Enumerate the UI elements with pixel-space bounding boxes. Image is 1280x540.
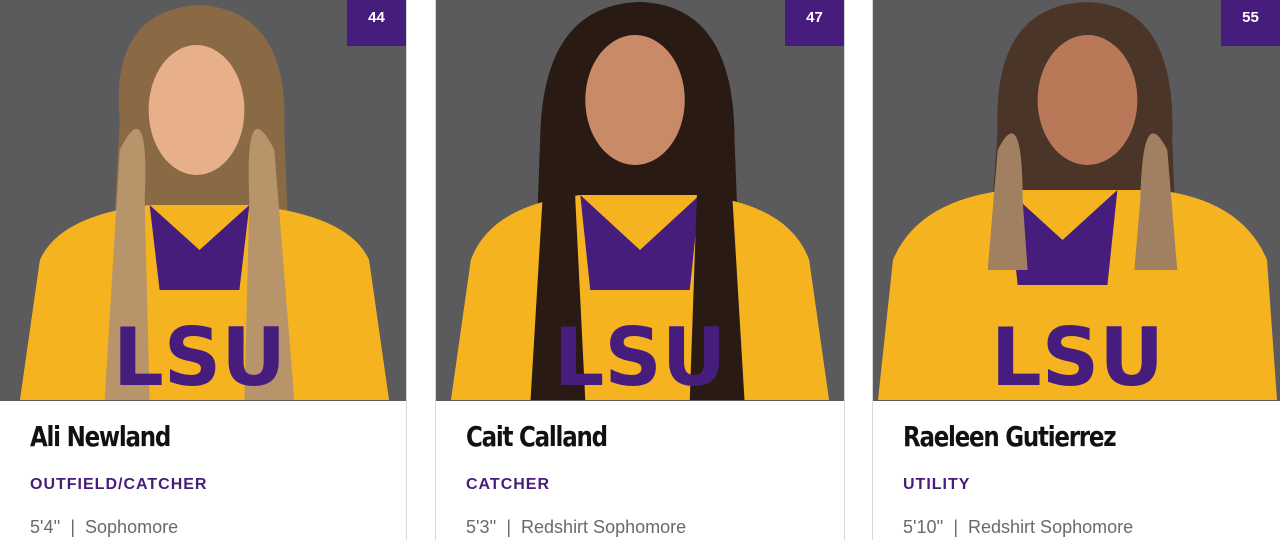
- jersey-number-badge: 44: [347, 0, 406, 46]
- jersey-number-badge: 47: [785, 0, 844, 46]
- player-position: CATCHER: [466, 476, 551, 493]
- svg-text:LSU: LSU: [991, 311, 1164, 401]
- meta-separator: |: [953, 517, 959, 537]
- player-photo[interactable]: LSU: [0, 0, 406, 401]
- player-photo-illustration: LSU: [19, 5, 390, 401]
- player-class-year: Sophomore: [85, 517, 179, 537]
- player-card[interactable]: LSU 55 Raeleen Gutierrez UTILITY 5'10'' |…: [872, 0, 1280, 540]
- player-class-year: Redshirt Sophomore: [968, 517, 1134, 537]
- jersey-number-badge: 55: [1221, 0, 1280, 46]
- player-photo[interactable]: LSU: [873, 0, 1280, 401]
- player-name[interactable]: Raeleen Gutierrez: [903, 420, 1117, 453]
- svg-text:LSU: LSU: [554, 311, 727, 401]
- player-photo[interactable]: LSU: [436, 0, 844, 401]
- meta-separator: |: [506, 517, 512, 537]
- player-meta: 5'4'' | Sophomore: [30, 517, 178, 538]
- player-card[interactable]: LSU 44 Ali Newland OUTFIELD/CATCHER 5'4'…: [0, 0, 407, 540]
- player-position: OUTFIELD/CATCHER: [30, 476, 208, 493]
- player-position: UTILITY: [903, 476, 971, 493]
- player-height: 5'4'': [30, 517, 61, 537]
- player-height: 5'10'': [903, 517, 944, 537]
- player-card[interactable]: LSU 47 Cait Calland CATCHER 5'3'' | Redshi…: [435, 0, 845, 540]
- player-meta: 5'3'' | Redshirt Sophomore: [466, 517, 686, 538]
- player-class-year: Redshirt Sophomore: [521, 517, 687, 537]
- meta-separator: |: [70, 517, 76, 537]
- player-name[interactable]: Ali Newland: [30, 420, 171, 453]
- player-height: 5'3'': [466, 517, 497, 537]
- player-meta: 5'10'' | Redshirt Sophomore: [903, 517, 1133, 538]
- player-photo-illustration: LSU: [877, 2, 1278, 401]
- player-photo-illustration: LSU: [450, 2, 830, 401]
- player-name[interactable]: Cait Calland: [466, 420, 608, 453]
- svg-text:LSU: LSU: [113, 311, 286, 401]
